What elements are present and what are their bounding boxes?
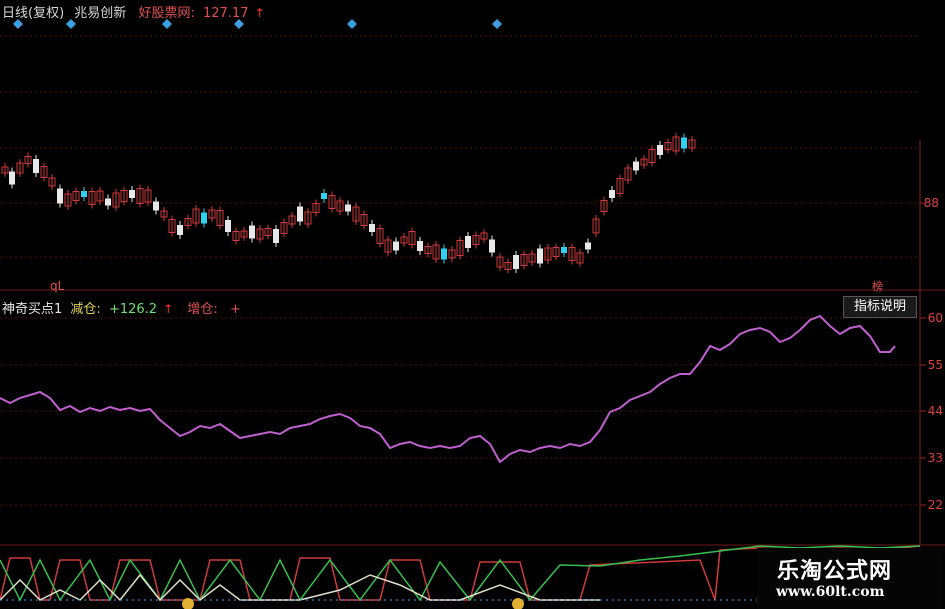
candle-body (273, 229, 279, 243)
arrow-up-icon: ↑ (163, 302, 174, 316)
candle-body (681, 137, 687, 149)
candle-body (465, 236, 471, 248)
candle-body (633, 161, 639, 171)
candle-body (345, 204, 351, 212)
stock-name: 兆易创新 (74, 6, 127, 21)
candle-body (129, 190, 135, 198)
candle-body (585, 242, 591, 250)
candle-body (33, 159, 39, 173)
add-label: 增仓: (187, 302, 218, 317)
indicator-name: 神奇买点1 (2, 302, 63, 317)
add-value: + (229, 302, 241, 317)
candle-body (105, 198, 111, 206)
candle-body (9, 171, 15, 185)
site-label: 好股票网: (138, 6, 195, 21)
candle-body (57, 188, 63, 204)
side-tag: 榜 (872, 280, 883, 293)
chart-header: 日线(复权) 兆易创新 好股票网: 127.17 ↑ (2, 2, 265, 21)
candle-body (393, 241, 399, 251)
candle-body (489, 239, 495, 253)
candle-body (249, 225, 255, 239)
arrow-up-icon: ↑ (254, 6, 265, 20)
indicator-axis-label: 22 (927, 498, 943, 512)
candle-body (657, 145, 663, 155)
candle-body (369, 224, 375, 232)
candle-body (609, 190, 615, 198)
candle-body (417, 241, 423, 251)
indicator-axis-label: 60 (927, 311, 943, 325)
candle-body (561, 247, 567, 253)
price-axis-label: 88 (923, 196, 939, 210)
diamond-icon (347, 19, 357, 29)
indicator-axis-label: 33 (927, 451, 943, 465)
candle-body (513, 255, 519, 269)
candle-body (537, 248, 543, 264)
indicator-header: 神奇买点1 减仓: +126.2 ↑ 增仓: + (2, 298, 241, 317)
candle-body (225, 220, 231, 232)
indicator-line (0, 314, 896, 464)
price-value: 127.17 (202, 6, 249, 21)
period-label: 日线(复权) (2, 6, 65, 21)
candle-body (201, 212, 207, 224)
diamond-icon (492, 19, 502, 29)
candle-body (177, 225, 183, 235)
candle-body (297, 206, 303, 222)
candle-body (321, 193, 327, 199)
ql-tag: qL (50, 279, 65, 293)
watermark-url: www.60lt.com (776, 584, 885, 600)
metric-label: 减仓: (70, 302, 101, 317)
indicator-axis-label: 44 (927, 404, 943, 418)
candle-body (153, 201, 159, 211)
indicator-help-button[interactable]: 指标说明 (843, 296, 917, 318)
candle-body (81, 191, 87, 197)
watermark-title: 乐淘公式网 (777, 559, 893, 584)
metric-value: +126.2 (108, 302, 158, 317)
indicator-axis-label: 55 (927, 358, 943, 372)
candle-body (441, 248, 447, 260)
